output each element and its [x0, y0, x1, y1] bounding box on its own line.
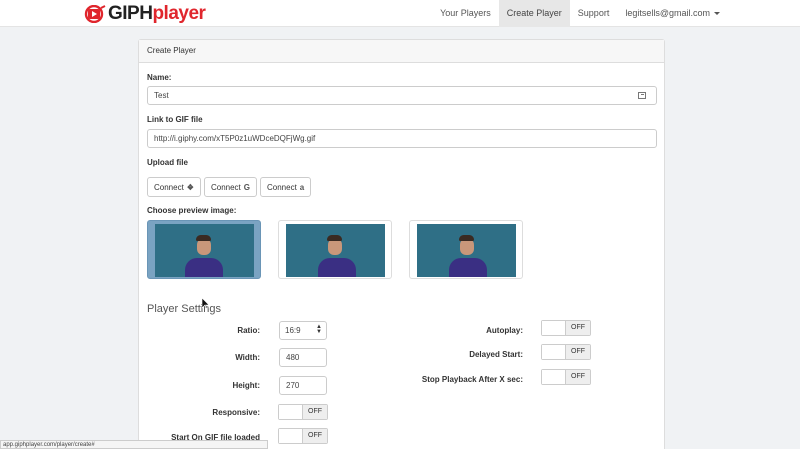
- connect-dropbox-button[interactable]: Connect ❖: [147, 177, 201, 197]
- amazon-icon: a: [299, 182, 305, 192]
- autoplay-label: Autoplay:: [486, 326, 523, 335]
- start-on-load-state: OFF: [303, 429, 327, 443]
- name-label: Name:: [147, 73, 172, 82]
- ratio-select[interactable]: 16:9 ▲ ▼: [279, 321, 327, 340]
- ratio-label: Ratio:: [237, 326, 260, 335]
- responsive-label: Responsive:: [212, 408, 260, 417]
- delayed-start-label: Delayed Start:: [469, 350, 523, 359]
- gif-link-input[interactable]: http://i.giphy.com/xT5P0z1uWDceDQFjWg.gi…: [147, 129, 657, 148]
- nav-create-player[interactable]: Create Player: [498, 0, 570, 27]
- width-label: Width:: [235, 353, 260, 362]
- caret-down-icon: [714, 12, 720, 16]
- upload-file-label: Upload file: [147, 158, 188, 167]
- start-on-load-toggle[interactable]: OFF: [278, 428, 328, 444]
- brand-part1: GIPH: [108, 3, 153, 24]
- connect-google-button[interactable]: Connect G: [203, 177, 257, 197]
- autoplay-state: OFF: [566, 321, 590, 335]
- height-value: 270: [286, 381, 300, 390]
- stop-playback-toggle[interactable]: OFF: [541, 369, 591, 385]
- height-input[interactable]: 270: [279, 376, 327, 395]
- name-input-value: Test: [154, 91, 169, 100]
- gif-frame-3: [417, 224, 516, 277]
- contact-card-icon: [638, 92, 646, 99]
- height-label: Height:: [232, 381, 260, 390]
- play-logo-icon: [84, 4, 106, 23]
- gif-link-value: http://i.giphy.com/xT5P0z1uWDceDQFjWg.gi…: [154, 134, 316, 143]
- brand-part2: player: [152, 3, 206, 24]
- responsive-toggle[interactable]: OFF: [278, 404, 328, 420]
- delayed-start-toggle[interactable]: OFF: [541, 344, 591, 360]
- responsive-state: OFF: [303, 405, 327, 419]
- sort-arrows-icon: ▲ ▼: [316, 324, 322, 335]
- connect-buttons: Connect ❖ Connect G Connect a: [147, 177, 312, 197]
- stop-playback-state: OFF: [566, 370, 590, 384]
- navbar: GIPHplayer Your Players Create Player Su…: [0, 0, 800, 27]
- dropbox-icon: ❖: [186, 182, 194, 192]
- width-input[interactable]: 480: [279, 348, 327, 367]
- user-menu[interactable]: legitsells@gmail.com: [617, 0, 800, 27]
- width-value: 480: [286, 353, 300, 362]
- delayed-start-state: OFF: [566, 345, 590, 359]
- mouse-cursor-icon: [202, 298, 210, 310]
- user-email: legitsells@gmail.com: [625, 8, 710, 18]
- connect-amazon-button[interactable]: Connect a: [260, 177, 312, 197]
- preview-image-2[interactable]: [278, 220, 392, 279]
- nav-menu: Your Players Create Player Support legit…: [432, 0, 800, 27]
- name-input[interactable]: Test: [147, 86, 657, 105]
- brand-logo[interactable]: GIPHplayer: [84, 3, 206, 24]
- gif-frame-1: [155, 224, 254, 277]
- nav-support[interactable]: Support: [570, 0, 618, 27]
- ratio-value: 16:9: [285, 326, 301, 335]
- preview-image-1[interactable]: [147, 220, 261, 279]
- gif-frame-2: [286, 224, 385, 277]
- nav-your-players[interactable]: Your Players: [432, 0, 499, 27]
- autoplay-toggle[interactable]: OFF: [541, 320, 591, 336]
- google-icon: G: [243, 182, 250, 192]
- preview-label: Choose preview image:: [147, 206, 237, 215]
- panel-title: Create Player: [139, 40, 664, 63]
- gif-link-label: Link to GIF file: [147, 115, 203, 124]
- browser-status-url: app.giphplayer.com/player/create#: [0, 440, 268, 449]
- stop-playback-label: Stop Playback After X sec:: [421, 375, 523, 384]
- preview-image-3[interactable]: [409, 220, 523, 279]
- create-player-panel: Create Player Name: Test Link to GIF fil…: [138, 39, 665, 449]
